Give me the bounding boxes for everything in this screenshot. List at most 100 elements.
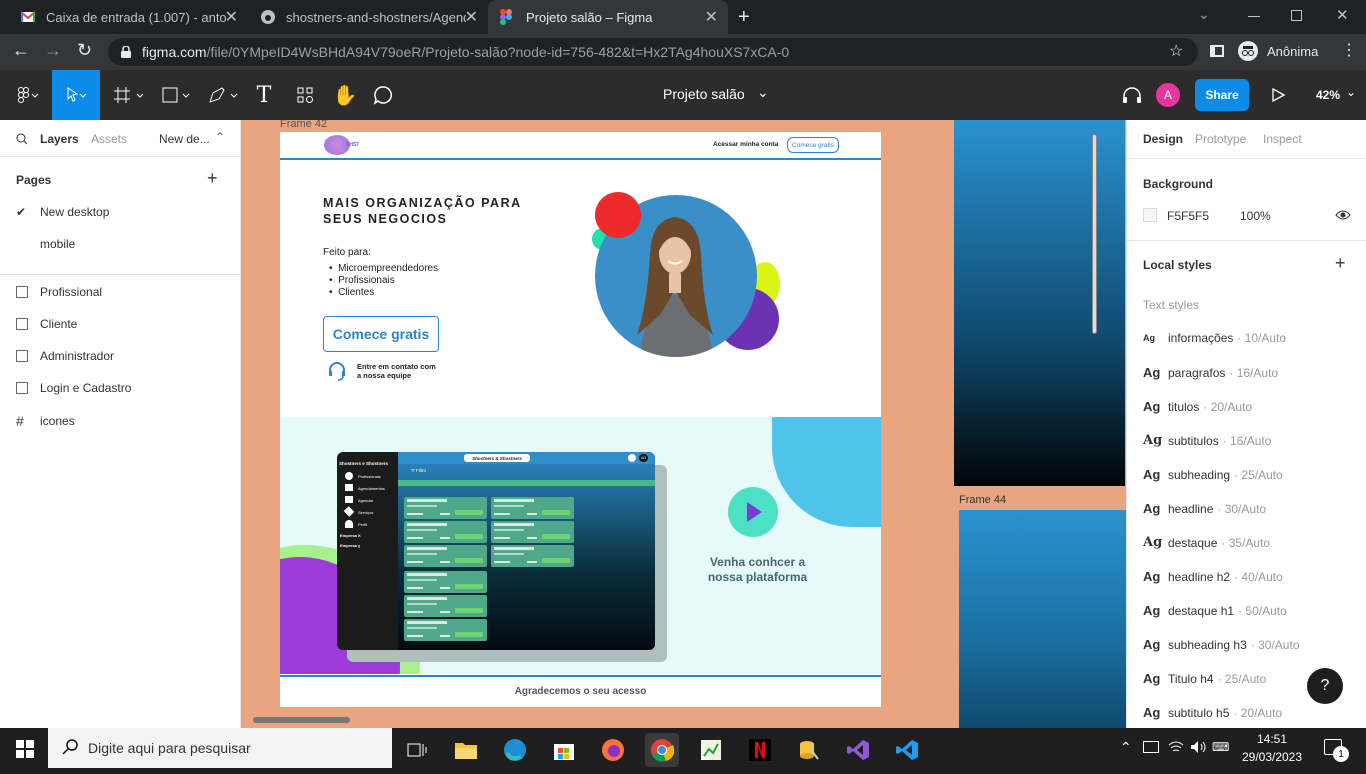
close-icon[interactable]: ✕ [705,7,718,27]
firefox-icon[interactable] [596,733,630,767]
bg-opacity-input[interactable]: 100% [1240,209,1271,223]
layer-icones[interactable]: # icones [16,413,75,429]
frame-42[interactable]: SHST Acessar minha conta Comece gratis M… [280,132,881,707]
pen-tool-icon[interactable] [202,70,244,120]
chevron-up-icon[interactable]: ⌃ [215,130,225,144]
page-dropdown[interactable]: New de... [159,132,210,146]
file-title[interactable]: Projeto salão [663,86,745,102]
tab-github[interactable]: shostners-and-shostners/Agend ✕ [248,0,488,34]
lock-icon[interactable] [121,45,131,58]
help-button[interactable]: ? [1307,668,1343,704]
add-style-icon[interactable]: + [1335,253,1346,274]
spreadsheet-app-icon[interactable] [694,733,728,767]
nav-login-link[interactable]: Acessar minha conta [713,141,778,148]
page-item-new-desktop[interactable]: New desktop [40,205,109,219]
frame-43-preview[interactable] [954,120,1125,486]
text-style-item[interactable]: Ag destaque h1 · 50/Auto [1143,603,1287,618]
frame-44-preview[interactable] [959,510,1126,728]
main-menu-icon[interactable] [8,70,48,120]
hand-tool-icon[interactable]: ✋ [332,70,358,120]
text-style-item[interactable]: Ag subtitulo h5 · 20/Auto [1143,705,1282,720]
restore-icon[interactable] [1291,10,1302,21]
text-style-item[interactable]: Ag informações · 10/Auto [1143,331,1286,345]
tab-design[interactable]: Design [1143,132,1183,146]
shape-tool-icon[interactable] [155,70,197,120]
layer-profissional[interactable]: Profissional [16,285,102,299]
frame-label[interactable]: Frame 42 [280,120,327,130]
page-item-mobile[interactable]: mobile [40,237,75,251]
share-button[interactable]: Share [1195,79,1249,111]
chevron-up-icon[interactable]: ⌃ [1120,739,1132,756]
move-tool-icon[interactable] [52,70,100,120]
wifi-icon[interactable] [1168,740,1184,754]
text-style-item[interactable]: Ag destaque · 35/Auto [1143,535,1270,550]
close-window-icon[interactable]: ✕ [1336,6,1349,24]
bg-color-swatch[interactable] [1143,208,1157,222]
comment-tool-icon[interactable] [370,70,396,120]
frame-scrollbar[interactable] [1092,134,1097,334]
tab-gmail[interactable]: Caixa de entrada (1.007) - antoni ✕ [8,0,248,34]
add-page-icon[interactable]: + [207,168,218,189]
text-tool-icon[interactable]: T [252,70,276,120]
sidebar-icon[interactable] [1210,45,1224,57]
clock-date[interactable]: 29/03/2023 [1238,750,1306,764]
vscode-icon[interactable] [890,733,924,767]
keyboard-icon[interactable] [1143,741,1159,753]
visual-studio-icon[interactable] [841,733,875,767]
tab-inspect[interactable]: Inspect [1263,132,1302,146]
star-icon[interactable]: ☆ [1169,41,1183,61]
canvas[interactable]: Frame 42 SHST Acessar minha conta Comece… [241,120,1126,728]
frame-label[interactable]: Frame 44 [959,494,1006,506]
search-icon[interactable] [16,132,28,145]
file-explorer-icon[interactable] [449,733,483,767]
close-icon[interactable]: ✕ [225,7,238,27]
tab-assets[interactable]: Assets [91,132,127,146]
store-icon[interactable] [547,733,581,767]
hero-cta-button[interactable]: Comece gratis [323,316,439,352]
text-style-item[interactable]: Ag headline h2 · 40/Auto [1143,569,1283,584]
text-style-item[interactable]: Ag headline · 30/Auto [1143,501,1266,516]
forward-icon[interactable]: → [44,40,62,61]
play-video-button[interactable] [728,487,778,537]
chrome-icon[interactable] [645,733,679,767]
more-icon[interactable]: ⋮ [1341,40,1357,60]
chevron-down-icon[interactable]: ⌄ [1346,85,1356,99]
horizontal-scrollbar[interactable] [253,717,350,723]
text-style-item[interactable]: Ag subtitulos · 16/Auto [1143,433,1271,448]
frame-tool-icon[interactable] [108,70,148,120]
avatar[interactable]: A [1156,83,1180,107]
volume-icon[interactable] [1190,740,1206,754]
layer-administrador[interactable]: Administrador [16,349,114,363]
present-icon[interactable] [1266,70,1290,120]
chevron-down-icon[interactable]: ⌄ [757,84,769,101]
text-style-item[interactable]: Ag Titulo h4 · 25/Auto [1143,671,1266,686]
clock-time[interactable]: 14:51 [1250,732,1294,746]
nav-cta-button[interactable]: Comece gratis [787,137,839,153]
edge-icon[interactable] [498,733,532,767]
eye-icon[interactable] [1335,208,1351,220]
tab-figma[interactable]: Projeto salão – Figma ✕ [488,0,728,34]
windows-start-icon[interactable] [16,740,34,758]
profile-label[interactable]: Anônima [1267,44,1318,59]
layer-login-cadastro[interactable]: Login e Cadastro [16,381,131,395]
layer-cliente[interactable]: Cliente [16,317,77,331]
ime-icon[interactable]: ⌨ [1212,740,1229,754]
netflix-icon[interactable] [743,733,777,767]
minimize-icon[interactable] [1248,16,1260,17]
zoom-level[interactable]: 42% [1316,88,1340,102]
tab-layers[interactable]: Layers [40,132,79,146]
headphones-icon[interactable] [1120,70,1144,120]
text-style-item[interactable]: Ag titulos · 20/Auto [1143,399,1252,414]
text-style-item[interactable]: Ag subheading · 25/Auto [1143,467,1283,482]
bg-hex-input[interactable]: F5F5F5 [1167,209,1209,223]
chevron-down-icon[interactable]: ⌄ [1198,6,1210,23]
back-icon[interactable]: ← [12,40,30,61]
reload-icon[interactable]: ↻ [77,40,92,61]
new-tab-icon[interactable]: + [738,6,750,29]
text-style-item[interactable]: Ag subheading h3 · 30/Auto [1143,637,1299,652]
database-tool-icon[interactable] [792,733,826,767]
tab-prototype[interactable]: Prototype [1195,132,1246,146]
resources-icon[interactable] [292,70,318,120]
close-icon[interactable]: ✕ [465,7,478,27]
text-style-item[interactable]: Ag paragrafos · 16/Auto [1143,365,1278,380]
